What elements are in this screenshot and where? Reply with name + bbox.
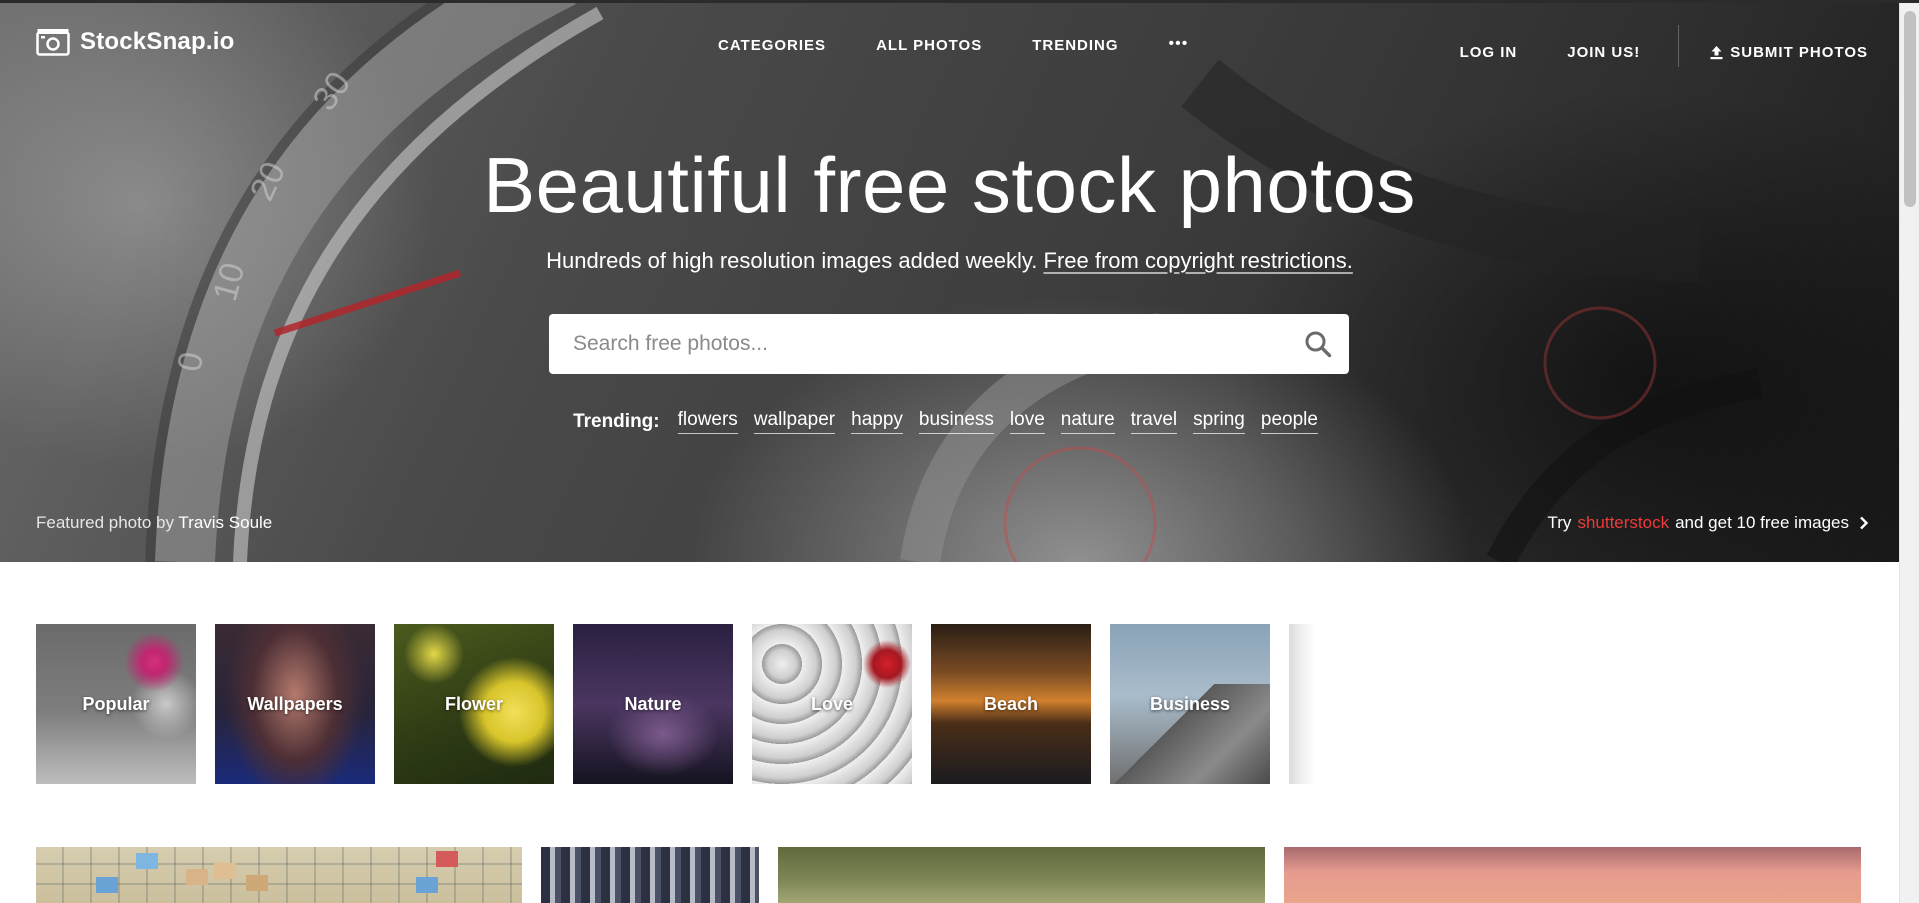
category-label: Wallpapers [247,693,343,714]
trending-tag[interactable]: nature [1060,409,1115,434]
trending-tag[interactable]: love [1009,409,1045,434]
photo-detail [246,875,268,891]
category-tile-popular[interactable]: Popular [36,624,196,784]
photo-thumbnail[interactable] [541,847,759,903]
category-tile-love[interactable]: Love [752,624,912,784]
join-link[interactable]: JOIN US! [1567,44,1640,61]
search-icon [1305,331,1332,358]
hero-banner: 0 10 20 30 StockSnap.io CATEGORIES ALL P… [0,3,1899,562]
trending-label: Trending: [573,410,660,432]
photo-detail [186,869,208,885]
promo-prefix: Try [1547,513,1572,532]
top-navigation: StockSnap.io CATEGORIES ALL PHOTOS TREND… [0,3,1899,87]
trending-tag[interactable]: happy [851,409,903,434]
nav-all-photos-link[interactable]: ALL PHOTOS [876,37,982,54]
page-scrollbar[interactable] [1899,3,1919,903]
copyright-info-link[interactable]: Free from copyright restrictions. [1044,248,1353,273]
trending-tag[interactable]: travel [1130,409,1178,434]
credit-prefix: Featured photo by [36,513,174,532]
promo-brand: shutterstock [1577,513,1670,532]
category-tile-partial[interactable] [1289,624,1315,784]
category-strip: Popular Wallpapers Flower Nature Love Be… [36,624,1315,784]
category-label: Nature [624,693,682,714]
category-label: Popular [82,693,150,714]
trending-tag[interactable]: business [918,409,994,434]
category-tile-nature[interactable]: Nature [573,624,733,784]
nav-divider [1678,25,1680,67]
photo-detail [214,863,236,879]
photo-grid [36,847,1861,903]
trending-tag[interactable]: people [1260,409,1318,434]
photo-detail [96,877,118,893]
submit-photos-label: SUBMIT PHOTOS [1730,43,1868,61]
search-button[interactable] [1287,314,1349,374]
photo-thumbnail[interactable] [778,847,1265,903]
camera-icon [36,29,70,56]
category-label: Flower [444,693,503,714]
hero-headline: Beautiful free stock photos [483,141,1416,229]
photo-detail [136,853,158,869]
hero-subline-text: Hundreds of high resolution images added… [546,248,1038,273]
chevron-right-icon [1860,516,1869,530]
photo-detail [416,877,438,893]
photo-detail [436,851,458,867]
trending-tag[interactable]: wallpaper [753,409,836,434]
upload-icon [1710,45,1723,59]
trending-tag[interactable]: spring [1193,409,1245,434]
category-tile-flower[interactable]: Flower [394,624,554,784]
credit-author-link[interactable]: Travis Soule [178,513,272,532]
hero-subline: Hundreds of high resolution images added… [0,248,1899,274]
search-input[interactable] [549,314,1287,374]
search-bar [549,314,1349,374]
trending-tags: Trending: flowers wallpaper happy busine… [0,409,1899,434]
account-menu: LOG IN JOIN US! SUBMIT PHOTOS [1410,25,1868,67]
shutterstock-promo-link[interactable]: Try shutterstock and get 10 free images [1548,513,1869,533]
category-tile-beach[interactable]: Beach [931,624,1091,784]
scrollbar-thumb[interactable] [1904,11,1916,207]
photo-thumbnail[interactable] [36,847,522,903]
submit-photos-button[interactable]: SUBMIT PHOTOS [1709,44,1868,61]
primary-menu: CATEGORIES ALL PHOTOS TRENDING ••• [718,35,1189,54]
category-tile-wallpapers[interactable]: Wallpapers [215,624,375,784]
category-label: Business [1149,693,1231,714]
more-dots-icon[interactable]: ••• [1169,35,1189,53]
login-link[interactable]: LOG IN [1460,44,1518,61]
site-logo[interactable]: StockSnap.io [36,28,234,56]
site-name: StockSnap.io [80,28,235,55]
promo-suffix: and get 10 free images [1675,513,1849,532]
trending-tag[interactable]: flowers [677,409,738,434]
category-label: Beach [983,693,1039,714]
photo-thumbnail[interactable] [1284,847,1861,903]
category-label: Love [810,693,853,714]
nav-trending-link[interactable]: TRENDING [1032,37,1118,54]
nav-categories-link[interactable]: CATEGORIES [718,37,826,54]
featured-photo-credit: Featured photo by Travis Soule [36,513,272,533]
category-tile-business[interactable]: Business [1110,624,1270,784]
